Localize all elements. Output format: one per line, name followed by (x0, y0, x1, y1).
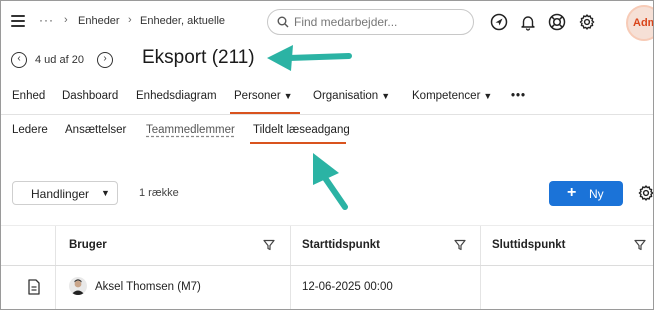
chevron-down-icon: ▼ (381, 91, 391, 101)
nav-item-label: Organisation (313, 90, 379, 102)
subnav-item-ledere[interactable]: Ledere (12, 124, 48, 136)
user-avatar[interactable]: Adm (626, 5, 653, 41)
table-header-border (1, 265, 653, 266)
actions-dropdown[interactable]: Handlinger ▼ (12, 181, 118, 205)
cell-user[interactable]: Aksel Thomsen (M7) (95, 281, 201, 293)
filter-icon[interactable] (634, 239, 646, 251)
next-record-button[interactable]: › (97, 52, 113, 68)
chevron-down-icon: ▼ (283, 91, 293, 101)
search-box[interactable] (267, 9, 474, 35)
row-count: 1 række (139, 187, 179, 199)
nav-item-label: Personer (234, 90, 281, 102)
filter-icon[interactable] (263, 239, 275, 251)
chevron-down-icon: ▼ (483, 91, 493, 101)
annotation-arrow (267, 45, 352, 71)
search-input[interactable] (294, 14, 469, 30)
annotation-arrow (313, 153, 348, 210)
column-divider (290, 226, 291, 309)
new-button-label: Ny (589, 187, 604, 201)
menu-icon[interactable] (11, 15, 25, 27)
document-icon[interactable] (27, 279, 41, 295)
cell-start-time: 12-06-2025 00:00 (302, 281, 393, 293)
previous-record-button[interactable]: ‹ (11, 52, 27, 68)
new-button[interactable]: + Ny (549, 181, 623, 206)
nav-item-kompetencer[interactable]: Kompetencer ▼ (412, 90, 492, 102)
page-title: Eksport (211) (142, 47, 255, 68)
table-top-border (1, 225, 653, 226)
more-menu-icon[interactable]: ••• (511, 90, 526, 102)
search-icon (277, 16, 289, 28)
table-settings-gear-icon[interactable] (637, 184, 654, 202)
subnav-item-ansaettelser[interactable]: Ansættelser (65, 124, 126, 136)
chevron-right-icon: › (64, 14, 68, 26)
column-divider (480, 226, 481, 309)
gear-icon[interactable] (578, 13, 596, 31)
column-header-sluttidspunkt[interactable]: Sluttidspunkt (492, 239, 565, 251)
breadcrumb-item[interactable]: Enheder, aktuelle (140, 15, 225, 27)
actions-label: Handlinger (31, 187, 90, 201)
nav-item-personer[interactable]: Personer ▼ (234, 90, 293, 102)
user-avatar-photo (69, 277, 87, 295)
column-header-starttidspunkt[interactable]: Starttidspunkt (302, 239, 380, 251)
chevron-down-icon: ▼ (101, 188, 110, 198)
nav-item-enhed[interactable]: Enhed (12, 90, 45, 102)
nav-item-label: Kompetencer (412, 90, 481, 102)
subnav-item-tildelt-laeseadgang[interactable]: Tildelt læseadgang (253, 124, 350, 136)
column-divider (55, 226, 56, 309)
subnav-item-teammedlemmer[interactable]: Teammedlemmer (146, 124, 235, 136)
filter-icon[interactable] (454, 239, 466, 251)
nav-item-dashboard[interactable]: Dashboard (62, 90, 118, 102)
top-bar: ··· › Enheder › Enheder, aktuelle Adm (1, 1, 653, 43)
navigation-icon[interactable] (490, 13, 508, 31)
nav-item-organisation[interactable]: Organisation ▼ (313, 90, 390, 102)
bell-icon[interactable] (519, 13, 537, 31)
chevron-right-icon: › (128, 14, 132, 26)
breadcrumb-item[interactable]: Enheder (78, 15, 120, 27)
pager-text: 4 ud af 20 (35, 54, 84, 66)
app-window: ··· › Enheder › Enheder, aktuelle Adm ‹ … (0, 0, 654, 310)
plus-icon: + (567, 184, 577, 201)
nav-item-enhedsdiagram[interactable]: Enhedsdiagram (136, 90, 217, 102)
column-header-bruger[interactable]: Bruger (69, 239, 107, 251)
help-lifebuoy-icon[interactable] (548, 13, 566, 31)
breadcrumb-more[interactable]: ··· (39, 13, 54, 27)
nav-divider (1, 114, 653, 115)
user-initials: Adm (633, 17, 653, 29)
active-subnav-indicator (250, 142, 346, 144)
